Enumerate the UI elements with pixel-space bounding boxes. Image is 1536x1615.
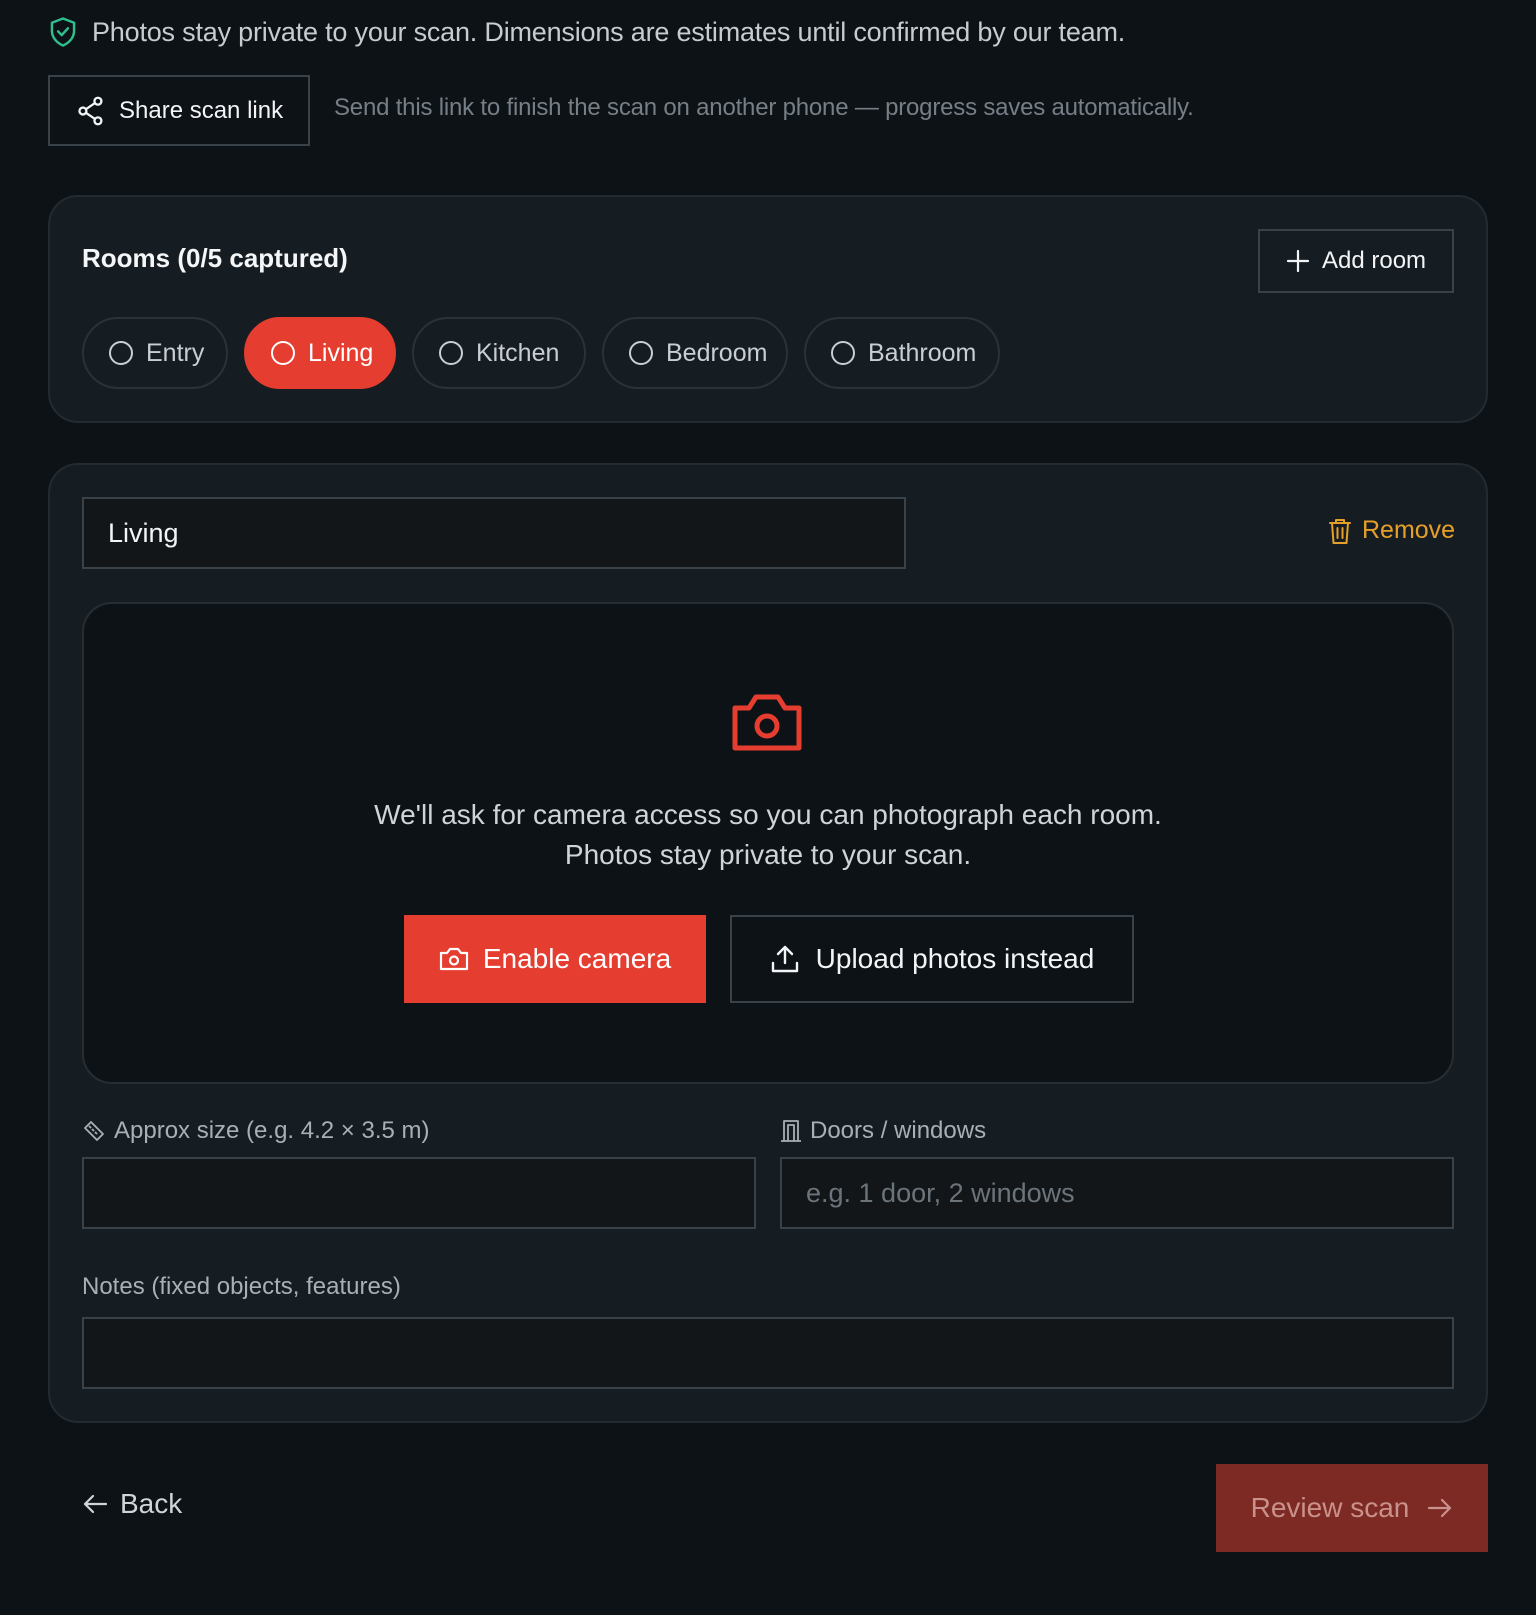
enable-camera-button[interactable]: Enable camera bbox=[404, 915, 706, 1003]
approx-size-label-text: Approx size (e.g. 4.2 × 3.5 m) bbox=[114, 1117, 430, 1144]
notes-label: Notes (fixed objects, features) bbox=[82, 1273, 401, 1300]
approx-size-label: Approx size (e.g. 4.2 × 3.5 m) bbox=[82, 1117, 429, 1145]
camera-permission-message: We'll ask for camera access so you can p… bbox=[374, 799, 1162, 870]
add-room-button[interactable]: Add room bbox=[1258, 229, 1454, 293]
camera-small-icon bbox=[439, 946, 469, 972]
room-chip-kitchen[interactable]: Kitchen bbox=[412, 317, 586, 389]
radio-circle-icon bbox=[438, 340, 464, 366]
add-room-label: Add room bbox=[1322, 247, 1427, 274]
review-scan-label: Review scan bbox=[1250, 1492, 1410, 1523]
arrow-left-icon bbox=[82, 1492, 108, 1516]
approx-size-input[interactable] bbox=[82, 1157, 756, 1229]
radio-circle-icon bbox=[108, 340, 134, 366]
share-scan-link-button[interactable]: Share scan link bbox=[48, 75, 310, 146]
ruler-icon bbox=[82, 1119, 106, 1143]
radio-circle-icon bbox=[270, 340, 296, 366]
back-label: Back bbox=[120, 1488, 183, 1519]
room-chip-label: Entry bbox=[146, 338, 205, 367]
shield-check-icon bbox=[48, 16, 78, 48]
back-button[interactable]: Back bbox=[82, 1488, 182, 1520]
room-chip-living[interactable]: Living bbox=[244, 317, 396, 389]
radio-circle-icon bbox=[830, 340, 856, 366]
review-scan-button[interactable]: Review scan bbox=[1216, 1464, 1488, 1552]
privacy-notice-text: Photos stay private to your scan. Dimens… bbox=[92, 16, 1126, 47]
trash-icon bbox=[1328, 517, 1352, 545]
share-icon bbox=[77, 96, 105, 126]
arrow-right-icon bbox=[1427, 1496, 1453, 1520]
remove-room-button[interactable]: Remove bbox=[1328, 516, 1455, 545]
rooms-title: Rooms (0/5 captured) bbox=[82, 243, 348, 273]
share-hint-text: Send this link to finish the scan on ano… bbox=[334, 94, 1194, 121]
upload-icon bbox=[770, 944, 800, 974]
room-chip-label: Living bbox=[308, 338, 374, 367]
notes-input[interactable] bbox=[82, 1317, 1454, 1389]
privacy-notice: Photos stay private to your scan. Dimens… bbox=[48, 12, 1125, 52]
room-chip-entry[interactable]: Entry bbox=[82, 317, 228, 389]
room-chip-bathroom[interactable]: Bathroom bbox=[804, 317, 1000, 389]
upload-photos-label: Upload photos instead bbox=[815, 943, 1095, 974]
doors-windows-input[interactable] bbox=[780, 1157, 1454, 1229]
plus-icon bbox=[1286, 249, 1310, 273]
radio-circle-icon bbox=[628, 340, 654, 366]
room-chip-label: Bathroom bbox=[868, 338, 977, 367]
door-icon bbox=[780, 1119, 802, 1143]
camera-icon bbox=[729, 690, 805, 754]
room-name-input[interactable] bbox=[82, 497, 906, 569]
room-chip-label: Kitchen bbox=[476, 338, 560, 367]
room-chip-label: Bedroom bbox=[666, 338, 768, 367]
remove-room-label: Remove bbox=[1362, 516, 1456, 544]
share-scan-link-label: Share scan link bbox=[119, 96, 284, 124]
room-chip-bedroom[interactable]: Bedroom bbox=[602, 317, 788, 389]
doors-windows-label: Doors / windows bbox=[780, 1117, 986, 1145]
upload-photos-button[interactable]: Upload photos instead bbox=[730, 915, 1134, 1003]
enable-camera-label: Enable camera bbox=[482, 943, 672, 974]
doors-windows-label-text: Doors / windows bbox=[810, 1117, 987, 1144]
